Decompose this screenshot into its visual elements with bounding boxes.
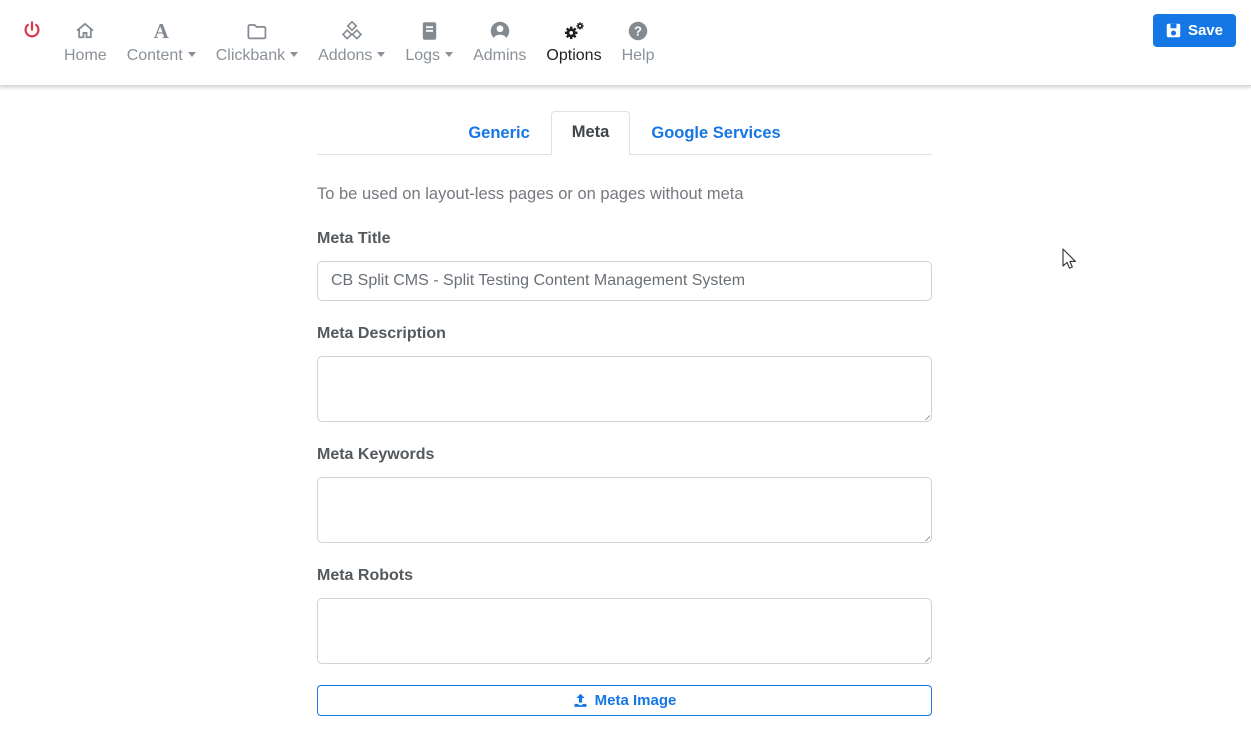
save-icon [1166,23,1181,38]
nav-label: Clickbank [215,47,286,64]
top-navbar: Home A Content Clickbank Addons Logs Adm… [0,0,1251,86]
nav-label: Addons [318,47,373,64]
meta-title-input[interactable] [317,261,932,301]
meta-robots-label: Meta Robots [317,567,413,584]
question-circle-icon: ? [628,20,648,42]
power-icon [24,21,40,38]
meta-robots-textarea[interactable] [317,598,932,664]
folder-icon [246,20,268,42]
nav-label: Help [621,47,655,64]
nav-item-content[interactable]: A Content [125,20,198,65]
settings-form-container: Generic Meta Google Services To be used … [317,111,932,716]
nav-label: Logs [405,47,441,64]
chevron-down-icon [187,52,196,58]
home-icon [75,20,95,42]
chevron-down-icon [377,52,386,58]
nav-item-logs[interactable]: Logs [403,20,455,65]
journal-icon [420,20,439,42]
nav-item-help[interactable]: ? Help [620,20,657,65]
nav-label: Admins [473,47,527,64]
nav-label: Content [126,47,183,64]
meta-keywords-wrap [317,477,932,543]
meta-description-wrap [317,356,932,422]
meta-title-label: Meta Title [317,230,391,247]
nav-items: Home A Content Clickbank Addons Logs Adm… [62,20,656,65]
meta-image-button-label: Meta Image [594,692,677,709]
svg-text:?: ? [634,24,642,39]
nav-label: Home [64,47,107,64]
mouse-cursor [1062,248,1076,269]
nav-item-clickbank[interactable]: Clickbank [214,20,300,65]
font-a-icon: A [153,19,169,43]
gears-icon [563,20,585,42]
nav-item-admins[interactable]: Admins [471,20,528,65]
cubes-icon [341,20,362,42]
tab-meta[interactable]: Meta [550,111,631,155]
save-button-label: Save [1187,22,1223,39]
meta-keywords-label: Meta Keywords [317,446,435,463]
meta-keywords-textarea[interactable] [317,477,932,543]
chevron-down-icon [445,52,454,58]
tab-google-services[interactable]: Google Services [630,112,801,155]
settings-tab-bar: Generic Meta Google Services [317,111,932,155]
meta-robots-wrap [317,598,932,664]
save-button[interactable]: Save [1152,14,1236,47]
nav-item-home[interactable]: Home [62,20,109,65]
nav-label: Options [546,47,602,64]
meta-image-button[interactable]: Meta Image [317,685,932,716]
tab-generic[interactable]: Generic [447,112,550,155]
logout-power-button[interactable] [22,20,42,42]
nav-item-addons[interactable]: Addons [316,20,387,65]
form-intro-text: To be used on layout-less pages or on pa… [317,185,744,203]
nav-item-options[interactable]: Options [544,20,603,65]
meta-description-label: Meta Description [317,325,446,342]
chevron-down-icon [290,52,299,58]
upload-icon [574,693,587,707]
meta-description-textarea[interactable] [317,356,932,422]
user-circle-icon [490,20,510,42]
